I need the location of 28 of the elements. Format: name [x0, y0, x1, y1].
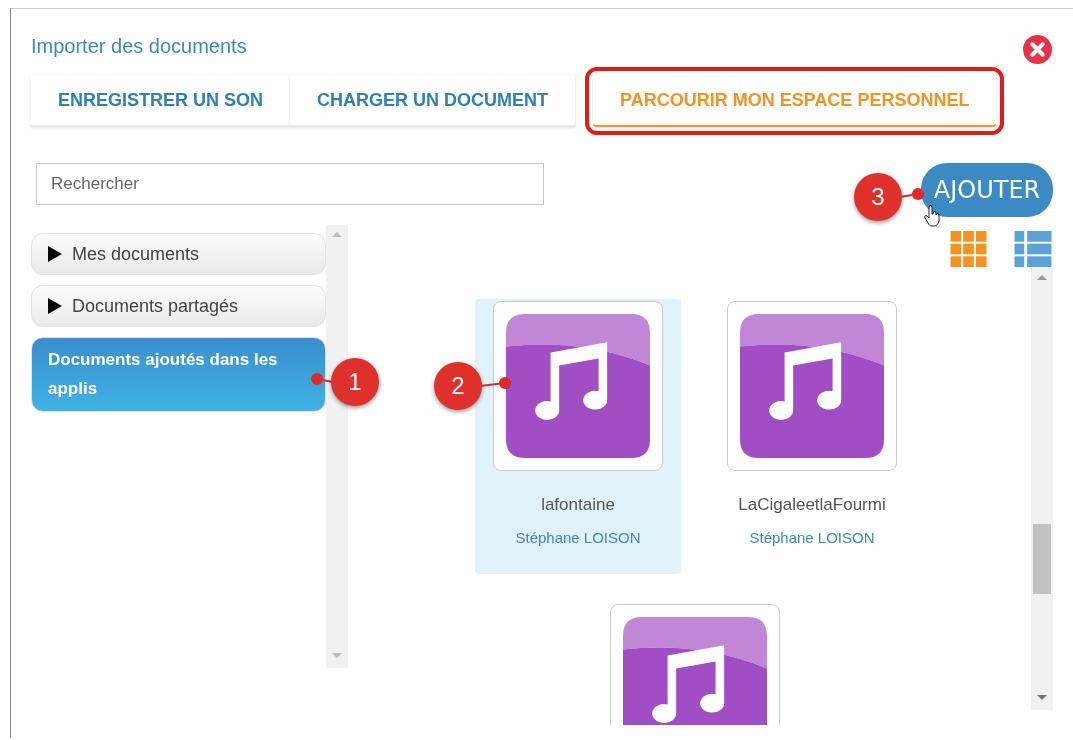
list-view-icon[interactable] — [1013, 231, 1053, 267]
folder-label: Mes documents — [72, 243, 200, 265]
music-note-icon — [740, 314, 884, 458]
file-card[interactable]: LaCigaleetlaFourmi Stéphane LOISON — [709, 299, 915, 574]
tab[interactable]: CHARGER UN DOCUMENT — [290, 75, 576, 127]
folder-label: Documents ajoutés dans les applis — [48, 349, 279, 400]
expand-triangle-icon[interactable] — [48, 246, 62, 262]
tab[interactable]: ENREGISTRER UN SON — [31, 75, 291, 127]
expand-triangle-icon[interactable] — [48, 298, 62, 314]
close-icon[interactable] — [1022, 33, 1053, 65]
folder-item[interactable]: Documents partagés — [31, 285, 326, 327]
folder-item[interactable]: Mes documents — [31, 233, 326, 275]
music-note-icon — [623, 617, 767, 725]
file-card[interactable]: lafontaine Stéphane LOISON — [475, 299, 681, 574]
dialog-title: Importer des documents — [31, 34, 247, 58]
scrollbar[interactable] — [1031, 268, 1053, 710]
music-note-icon — [506, 314, 650, 458]
grid-view-icon[interactable] — [949, 231, 989, 267]
hand-cursor-icon — [924, 205, 940, 227]
add-button[interactable]: AJOUTER — [921, 163, 1053, 217]
folder-item[interactable]: Documents ajoutés dans les applis — [31, 337, 326, 412]
file-name: LaCigaleetlaFourmi — [738, 495, 886, 515]
folder-label: Documents partagés — [72, 295, 239, 317]
file-author: Stéphane LOISON — [515, 529, 641, 546]
scrollbar[interactable] — [326, 225, 348, 668]
file-author: Stéphane LOISON — [749, 529, 875, 546]
file-name: lafontaine — [541, 495, 615, 515]
search-field[interactable]: Rechercher — [36, 163, 544, 205]
